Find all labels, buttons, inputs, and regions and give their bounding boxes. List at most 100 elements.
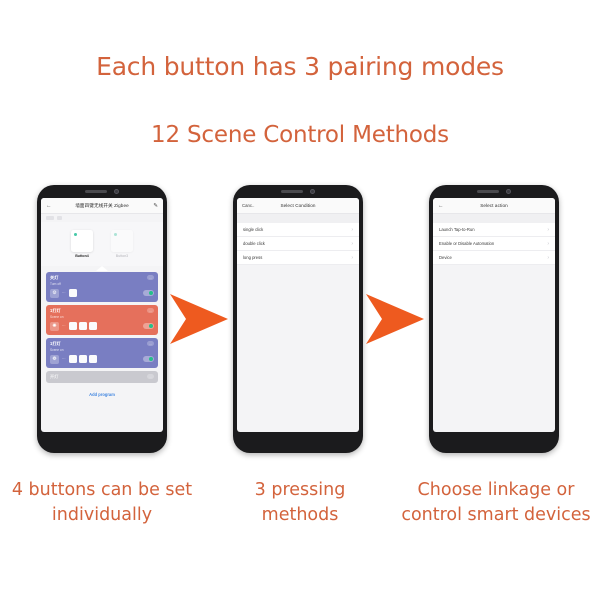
phone1-screen: ← 墙面四键无线开关 Zigbee ✎ Button4 Button3 ··· …: [41, 198, 163, 432]
caption-step-2: 3 pressing methods: [254, 480, 346, 526]
action-row-enable-disable-automation[interactable]: Enable or Disable Automation ›: [433, 237, 555, 251]
device-tile-item[interactable]: Button4: [71, 230, 93, 258]
chevron-right-icon: ›: [547, 240, 549, 247]
card-menu-icon[interactable]: ···: [147, 275, 154, 280]
program-button-group: [68, 321, 97, 331]
program-toggle[interactable]: [143, 290, 154, 296]
card-menu-icon[interactable]: ···: [147, 374, 154, 379]
program-title: 开灯: [50, 374, 59, 379]
program-subtitle: Scene on: [50, 347, 64, 352]
caption-step-1: 4 buttons can be set individually: [11, 480, 193, 526]
program-card[interactable]: ··· 关灯 Turn off ⚙ ···: [46, 272, 158, 302]
program-title: 1打灯: [50, 341, 61, 346]
back-icon[interactable]: ←: [46, 203, 62, 209]
condition-row-long-press[interactable]: long press ›: [237, 251, 359, 265]
phone-bezel-top: [37, 185, 167, 198]
page-title: 墙面四键无线开关 Zigbee: [75, 202, 129, 208]
filter-chip[interactable]: [57, 215, 62, 220]
row-label: double click: [243, 241, 265, 246]
program-subtitle: Scene on: [50, 314, 64, 319]
button3-tile-icon: [111, 230, 133, 252]
front-camera-icon: [310, 189, 315, 194]
program-controls-row: ✺ ···: [50, 321, 154, 331]
connector-dots: ···: [62, 291, 66, 295]
program-button[interactable]: [68, 288, 77, 298]
action-row-launch-tap-to-run[interactable]: Launch Tap-to-Run ›: [433, 223, 555, 237]
row-label: Device: [439, 255, 452, 260]
connector-dots: ···: [62, 357, 66, 361]
cancel-button[interactable]: Canc..: [242, 203, 258, 208]
program-button[interactable]: [68, 321, 77, 331]
arrow-step-1-to-2: [170, 292, 228, 351]
chevron-right-icon: ›: [547, 226, 549, 233]
program-card[interactable]: ··· 1打灯 Scene on ✺ ···: [46, 305, 158, 335]
chevron-right-icon: ›: [547, 254, 549, 261]
program-card-list: ··· 关灯 Turn off ⚙ ··· ··· 1打灯 Scene on ✺…: [41, 266, 163, 397]
phone-bezel-top: [429, 185, 559, 198]
row-label: long press: [243, 255, 263, 260]
program-card-collapsed[interactable]: ··· 开灯: [46, 371, 158, 383]
program-title: 1打灯: [50, 308, 61, 313]
phone3-screen: ← Select action Launch Tap-to-Run › Enab…: [433, 198, 555, 432]
row-label: Launch Tap-to-Run: [439, 227, 475, 232]
chevron-right-icon: ›: [351, 226, 353, 233]
program-title: 关灯: [50, 275, 59, 280]
program-subtitle: Turn off: [50, 281, 61, 286]
program-controls-row: ⚙ ···: [50, 288, 154, 298]
heading-secondary: 12 Scene Control Methods: [151, 122, 449, 148]
program-button[interactable]: [78, 321, 87, 331]
program-button-group: [68, 288, 77, 298]
card-menu-icon[interactable]: ···: [147, 308, 154, 313]
filter-chip-bar: [41, 214, 163, 222]
list-spacer: [433, 214, 555, 223]
phone-bezel-top: [233, 185, 363, 198]
chevron-right-icon: ›: [351, 254, 353, 261]
condition-row-single-click[interactable]: single click ›: [237, 223, 359, 237]
scene-icon: ❁: [50, 354, 59, 364]
phone-select-condition: Canc.. Select Condition single click › d…: [233, 185, 363, 453]
phone-select-action: ← Select action Launch Tap-to-Run › Enab…: [429, 185, 559, 453]
list-spacer: [237, 214, 359, 223]
device-tile-label: Button4: [75, 254, 89, 258]
back-icon[interactable]: ←: [438, 203, 454, 209]
add-program-link[interactable]: Add program: [46, 387, 158, 397]
row-label: Enable or Disable Automation: [439, 241, 495, 246]
device-tile-item[interactable]: Button3: [111, 230, 133, 258]
phone1-appbar: ← 墙面四键无线开关 Zigbee ✎: [41, 198, 163, 214]
connector-dots: ···: [62, 324, 66, 328]
row-label: single click: [243, 227, 264, 232]
phone-device-program: ← 墙面四键无线开关 Zigbee ✎ Button4 Button3 ··· …: [37, 185, 167, 453]
device-tile-label: Button3: [115, 254, 129, 258]
phone2-appbar: Canc.. Select Condition: [237, 198, 359, 214]
infographic-stage: Each button has 3 pairing modes 12 Scene…: [0, 0, 600, 600]
front-camera-icon: [114, 189, 119, 194]
condition-row-double-click[interactable]: double click ›: [237, 237, 359, 251]
phone2-screen: Canc.. Select Condition single click › d…: [237, 198, 359, 432]
earpiece-speaker-icon: [477, 190, 499, 193]
earpiece-speaker-icon: [281, 190, 303, 193]
program-button-group: [68, 354, 97, 364]
program-button[interactable]: [68, 354, 77, 364]
page-title: Select Condition: [280, 203, 316, 208]
program-button[interactable]: [88, 354, 97, 364]
caption-step-3: Choose linkage or control smart devices: [401, 480, 591, 526]
edit-icon[interactable]: ✎: [142, 203, 158, 209]
program-toggle[interactable]: [143, 323, 154, 329]
action-row-device[interactable]: Device ›: [433, 251, 555, 265]
filter-chip[interactable]: [46, 215, 54, 220]
phone3-appbar: ← Select action: [433, 198, 555, 214]
program-button[interactable]: [88, 321, 97, 331]
scene-icon: ⚙: [50, 288, 59, 298]
chevron-right-icon: ›: [351, 240, 353, 247]
card-menu-icon[interactable]: ···: [147, 341, 154, 346]
page-title: Select action: [480, 203, 508, 208]
heading-primary: Each button has 3 pairing modes: [96, 52, 504, 81]
program-button[interactable]: [78, 354, 87, 364]
program-controls-row: ❁ ···: [50, 354, 154, 364]
program-toggle[interactable]: [143, 356, 154, 362]
program-card[interactable]: ··· 1打灯 Scene on ❁ ···: [46, 338, 158, 368]
earpiece-speaker-icon: [85, 190, 107, 193]
scene-icon: ✺: [50, 321, 59, 331]
button4-tile-icon: [71, 230, 93, 252]
device-tile-carousel: Button4 Button3: [41, 222, 163, 266]
